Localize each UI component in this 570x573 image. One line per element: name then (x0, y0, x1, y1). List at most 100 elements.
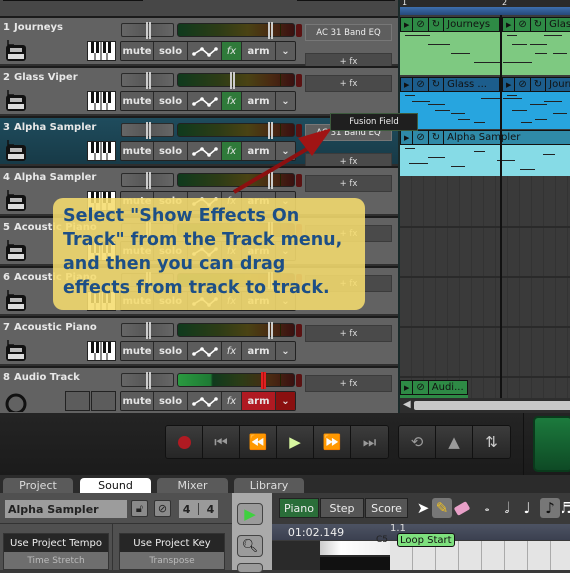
keyboard-instrument-icon[interactable] (4, 138, 28, 162)
loop-add-icon[interactable]: ↻ (531, 78, 547, 91)
effect-slot[interactable]: AC 31 Band EQ (305, 24, 392, 41)
timeline-ruler[interactable]: 1 2 (400, 0, 570, 15)
fx-button[interactable]: fx (222, 92, 242, 110)
pan-handle[interactable] (146, 22, 151, 39)
go-to-start-button[interactable]: ⏮ (203, 426, 240, 458)
keyboard-instrument-icon[interactable] (4, 188, 28, 212)
use-project-key-button[interactable]: Use Project Key (120, 534, 224, 552)
track-name[interactable]: 8 (3, 372, 10, 383)
horizontal-scrollbar[interactable]: ◀ (400, 398, 570, 413)
clip[interactable]: ▶⊘↻Journeys (502, 77, 570, 129)
keyboard-instrument-icon[interactable] (4, 88, 28, 112)
play-button[interactable]: ▶ (277, 426, 314, 458)
arm-button[interactable]: arm (242, 42, 276, 60)
loop-add-icon[interactable]: ↻ (429, 78, 445, 91)
no-icon[interactable]: ⊘ (413, 131, 429, 144)
volume-handle[interactable] (268, 172, 273, 189)
track-output-tab[interactable] (296, 324, 302, 337)
pan-handle[interactable] (146, 322, 151, 339)
pan-slider[interactable] (121, 372, 174, 389)
clip[interactable]: ▶ ⊘ ↻ Alpha Sampler (400, 130, 570, 176)
solo-button[interactable]: solo (154, 42, 188, 60)
clip-header[interactable]: ▶ ⊘ Audi... (400, 380, 468, 395)
keyboard-button[interactable] (87, 91, 116, 111)
arm-button[interactable]: arm (242, 342, 276, 360)
arm-button[interactable]: arm (242, 142, 276, 160)
fast-forward-button[interactable]: ⏩ (314, 426, 351, 458)
fx-button[interactable]: fx (222, 392, 242, 410)
pan-slider[interactable] (121, 172, 174, 189)
time-signature[interactable]: 4 4 (179, 500, 218, 518)
use-project-tempo-button[interactable]: Use Project Tempo (4, 534, 108, 552)
chevron-down-icon[interactable]: ⌄ (276, 92, 295, 110)
empty-lanes-grid[interactable] (400, 176, 570, 398)
pan-slider[interactable] (121, 322, 174, 339)
scrollbar-thumb[interactable] (414, 401, 570, 410)
solo-button[interactable]: solo (154, 92, 188, 110)
add-fx-button[interactable]: + fx (305, 375, 392, 392)
track-title[interactable]: Glass Viper (14, 72, 78, 83)
piano-mode-button[interactable]: Piano (279, 498, 319, 518)
keyboard-instrument-icon[interactable] (4, 238, 28, 262)
tab-sound[interactable]: Sound (80, 478, 151, 493)
add-fx-button[interactable]: + fx (305, 325, 392, 342)
quarter-note-tool[interactable]: ♩ (517, 498, 537, 518)
play-icon[interactable]: ▶ (503, 78, 516, 91)
track-output-tab[interactable] (296, 174, 302, 187)
mute-button[interactable]: mute (121, 42, 154, 60)
whole-note-tool[interactable]: 𝅝 (477, 498, 497, 518)
pan-handle[interactable] (146, 372, 151, 389)
keyboard-instrument-icon[interactable] (4, 338, 28, 362)
track-name[interactable]: 7 (3, 322, 10, 333)
mute-button[interactable]: mute (121, 392, 154, 410)
tab-project[interactable]: Project (3, 478, 73, 493)
chevron-down-icon[interactable]: ⌄ (276, 142, 295, 160)
chevron-down-icon[interactable]: ⌄ (276, 342, 295, 360)
zoom-in-button[interactable]: 🔍︎ (237, 535, 263, 557)
keyboard-button[interactable] (87, 141, 116, 161)
clip-header[interactable]: ▶⊘↻Glass Viper (502, 17, 570, 32)
keyboard-button[interactable] (87, 41, 116, 61)
track-row[interactable]: 7 Acoustic Piano mute solo fx arm ⌄ + fx (0, 316, 398, 364)
track-name[interactable]: 6 (3, 272, 10, 283)
play-icon[interactable]: ▶ (401, 78, 414, 91)
sound-name-field[interactable]: Alpha Sampler (5, 500, 127, 518)
pan-slider[interactable] (121, 122, 174, 139)
no-icon[interactable]: ⊘ (515, 78, 531, 91)
eighth-note-tool[interactable]: ♪ (540, 498, 560, 518)
loop-add-icon[interactable]: ↻ (531, 18, 547, 31)
chevron-down-icon[interactable]: ⌄ (276, 42, 295, 60)
solo-button[interactable]: solo (154, 342, 188, 360)
clip[interactable]: ▶⊘↻Glass Viper (502, 17, 570, 75)
add-fx-button[interactable]: + fx (305, 75, 392, 92)
track-name[interactable]: 1 (3, 22, 10, 33)
mute-button[interactable]: mute (121, 342, 154, 360)
select-tool[interactable]: ➤ (413, 498, 433, 518)
lock-button[interactable]: 🔓︎ (131, 500, 148, 517)
arm-button[interactable]: arm (242, 392, 276, 410)
volume-handle[interactable] (268, 122, 273, 139)
time-stretch-label[interactable]: Time Stretch (4, 552, 108, 566)
no-icon[interactable]: ⊘ (413, 78, 429, 91)
volume-slider[interactable] (177, 372, 295, 389)
no-icon[interactable]: ⊘ (413, 18, 429, 31)
play-icon[interactable]: ▶ (503, 18, 516, 31)
piano-keys[interactable]: C5 (272, 535, 390, 570)
step-mode-button[interactable]: Step (320, 498, 364, 518)
arm-button[interactable]: arm (242, 92, 276, 110)
rewind-button[interactable]: ⏪ (240, 426, 277, 458)
volume-handle[interactable] (261, 372, 266, 389)
pan-handle[interactable] (146, 172, 151, 189)
loop-add-icon[interactable]: ↻ (429, 131, 445, 144)
volume-handle[interactable] (230, 72, 235, 89)
mute-button[interactable]: mute (121, 142, 154, 160)
track-title[interactable]: Audio Track (14, 372, 80, 383)
keyboard-instrument-icon[interactable] (4, 38, 28, 62)
track-output-tab[interactable] (296, 24, 302, 37)
fx-button[interactable]: fx (222, 142, 242, 160)
clip-header[interactable]: ▶ ⊘ ↻ Glass ... (400, 77, 500, 92)
clip[interactable]: ▶ ⊘ Audi... (400, 380, 468, 398)
track-output-tab[interactable] (296, 74, 302, 87)
track-row[interactable]: 8 Audio Track mute solo fx arm ⌄ + fx (0, 366, 398, 413)
solo-button[interactable]: solo (154, 392, 188, 410)
